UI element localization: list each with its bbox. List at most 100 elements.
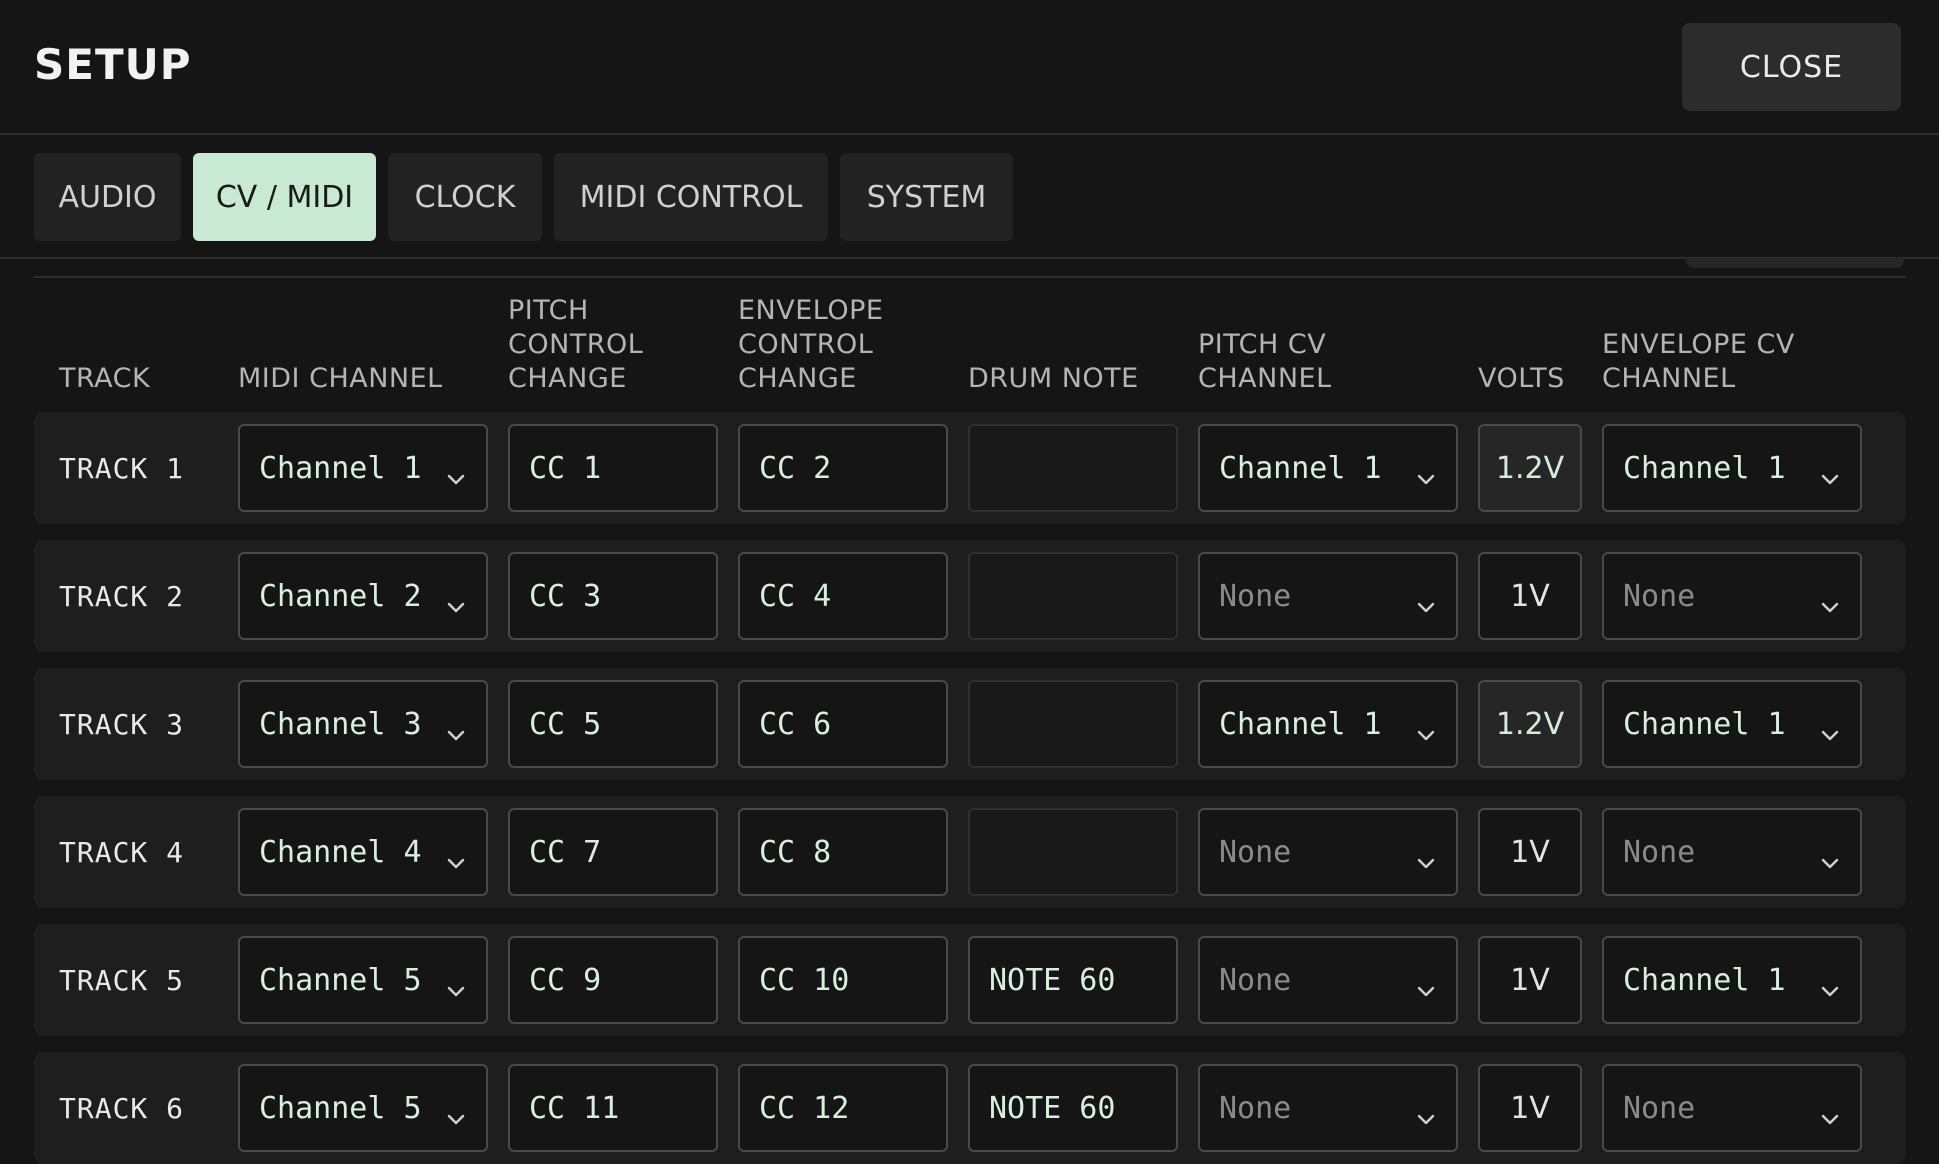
table-row: TRACK 4 Channel 4 CC 7 CC 8 None 1V None — [34, 796, 1906, 908]
pitch-cc-input[interactable]: CC 11 — [508, 1064, 718, 1152]
chevron-down-icon — [1416, 716, 1436, 741]
header-envelope-cc-line: ENVELOPE — [738, 295, 884, 326]
chevron-down-icon — [446, 844, 466, 869]
table-row: TRACK 2 Channel 2 CC 3 CC 4 None 1V None — [34, 540, 1906, 652]
chevron-down-icon — [446, 972, 466, 997]
midi-channel-select[interactable]: Channel 1 — [238, 424, 488, 512]
pitch-cv-channel-select[interactable]: None — [1198, 936, 1458, 1024]
header-track: TRACK — [59, 363, 151, 394]
chevron-down-icon — [1416, 460, 1436, 485]
dialog-header: SETUP CLOSE — [0, 0, 1939, 135]
chevron-down-icon — [1820, 460, 1840, 485]
midi-channel-value: Channel 2 — [259, 578, 422, 614]
midi-channel-value: Channel 5 — [259, 1090, 422, 1126]
header-midi-channel: MIDI CHANNEL — [238, 363, 443, 394]
pitch-cv-channel-select[interactable]: Channel 1 — [1198, 680, 1458, 768]
chevron-down-icon — [1820, 1100, 1840, 1125]
pitch-cv-channel-value: None — [1219, 834, 1292, 870]
header-envelope-cc-line: CHANGE — [738, 363, 857, 394]
pitch-cc-input[interactable]: CC 7 — [508, 808, 718, 896]
close-button[interactable]: CLOSE — [1682, 23, 1901, 111]
header-envelope-cc: ENVELOPE CONTROL CHANGE — [738, 294, 883, 396]
drum-note-input[interactable] — [968, 552, 1178, 640]
dialog-title: SETUP — [34, 40, 192, 89]
pitch-cv-channel-value: None — [1219, 962, 1292, 998]
pitch-cv-channel-value: Channel 1 — [1219, 450, 1382, 486]
chevron-down-icon — [446, 588, 466, 613]
volts-toggle[interactable]: 1V — [1478, 936, 1582, 1024]
tab-system[interactable]: SYSTEM — [840, 153, 1013, 241]
envelope-cv-channel-value: None — [1623, 578, 1696, 614]
header-volts: VOLTS — [1478, 363, 1565, 394]
volts-toggle[interactable]: 1.2V — [1478, 680, 1582, 768]
envelope-cv-channel-value: None — [1623, 834, 1696, 870]
drum-note-input[interactable] — [968, 680, 1178, 768]
chevron-down-icon — [446, 460, 466, 485]
tab-audio[interactable]: AUDIO — [34, 153, 181, 241]
chevron-down-icon — [446, 716, 466, 741]
tab-clock[interactable]: CLOCK — [388, 153, 542, 241]
envelope-cc-input[interactable]: CC 8 — [738, 808, 948, 896]
header-envelope-cc-line: CONTROL — [738, 329, 874, 360]
pitch-cv-channel-select[interactable]: None — [1198, 808, 1458, 896]
chevron-down-icon — [1416, 972, 1436, 997]
envelope-cv-channel-select[interactable]: Channel 1 — [1602, 936, 1862, 1024]
track-label: TRACK 6 — [59, 1091, 185, 1125]
header-pitch-cc-line: PITCH — [508, 295, 589, 326]
volts-toggle[interactable]: 1V — [1478, 552, 1582, 640]
pitch-cv-channel-select[interactable]: None — [1198, 1064, 1458, 1152]
envelope-cv-channel-value: Channel 1 — [1623, 450, 1786, 486]
midi-channel-select[interactable]: Channel 2 — [238, 552, 488, 640]
envelope-cc-input[interactable]: CC 2 — [738, 424, 948, 512]
header-drum-note: DRUM NOTE — [968, 363, 1139, 394]
midi-channel-value: Channel 4 — [259, 834, 422, 870]
drum-note-input[interactable] — [968, 424, 1178, 512]
envelope-cv-channel-select[interactable]: None — [1602, 552, 1862, 640]
envelope-cc-input[interactable]: CC 6 — [738, 680, 948, 768]
envelope-cc-input[interactable]: CC 4 — [738, 552, 948, 640]
midi-channel-select[interactable]: Channel 5 — [238, 936, 488, 1024]
chevron-down-icon — [1820, 844, 1840, 869]
track-label: TRACK 2 — [59, 579, 185, 613]
pitch-cc-input[interactable]: CC 9 — [508, 936, 718, 1024]
track-label: TRACK 4 — [59, 835, 185, 869]
volts-toggle[interactable]: 1V — [1478, 1064, 1582, 1152]
volts-toggle[interactable]: 1V — [1478, 808, 1582, 896]
header-envelope-cv-line: CHANNEL — [1602, 363, 1736, 394]
pitch-cc-input[interactable]: CC 3 — [508, 552, 718, 640]
header-pitch-cv-line: PITCH CV — [1198, 329, 1327, 360]
envelope-cv-channel-value: None — [1623, 1090, 1696, 1126]
pitch-cc-input[interactable]: CC 5 — [508, 680, 718, 768]
pitch-cv-channel-value: None — [1219, 578, 1292, 614]
tab-midi-control[interactable]: MIDI CONTROL — [554, 153, 828, 241]
pitch-cc-input[interactable]: CC 1 — [508, 424, 718, 512]
midi-channel-select[interactable]: Channel 4 — [238, 808, 488, 896]
envelope-cv-channel-value: Channel 1 — [1623, 706, 1786, 742]
track-label: TRACK 5 — [59, 963, 185, 997]
pitch-cv-channel-select[interactable]: Channel 1 — [1198, 424, 1458, 512]
chevron-down-icon — [446, 1100, 466, 1125]
drum-note-input[interactable]: NOTE 60 — [968, 936, 1178, 1024]
chevron-down-icon — [1416, 1100, 1436, 1125]
tab-cv-midi[interactable]: CV / MIDI — [193, 153, 376, 241]
drum-note-input[interactable]: NOTE 60 — [968, 1064, 1178, 1152]
pitch-cv-channel-value: Channel 1 — [1219, 706, 1382, 742]
chevron-down-icon — [1820, 588, 1840, 613]
midi-channel-value: Channel 5 — [259, 962, 422, 998]
header-pitch-cv-channel: PITCH CV CHANNEL — [1198, 328, 1332, 396]
midi-channel-select[interactable]: Channel 3 — [238, 680, 488, 768]
envelope-cc-input[interactable]: CC 12 — [738, 1064, 948, 1152]
envelope-cc-input[interactable]: CC 10 — [738, 936, 948, 1024]
volts-toggle[interactable]: 1.2V — [1478, 424, 1582, 512]
scroll-indicator — [1686, 258, 1904, 268]
envelope-cv-channel-select[interactable]: Channel 1 — [1602, 680, 1862, 768]
chevron-down-icon — [1416, 588, 1436, 613]
drum-note-input[interactable] — [968, 808, 1178, 896]
envelope-cv-channel-select[interactable]: Channel 1 — [1602, 424, 1862, 512]
envelope-cv-channel-select[interactable]: None — [1602, 1064, 1862, 1152]
midi-channel-select[interactable]: Channel 5 — [238, 1064, 488, 1152]
midi-channel-value: Channel 3 — [259, 706, 422, 742]
envelope-cv-channel-select[interactable]: None — [1602, 808, 1862, 896]
pitch-cv-channel-select[interactable]: None — [1198, 552, 1458, 640]
chevron-down-icon — [1820, 972, 1840, 997]
